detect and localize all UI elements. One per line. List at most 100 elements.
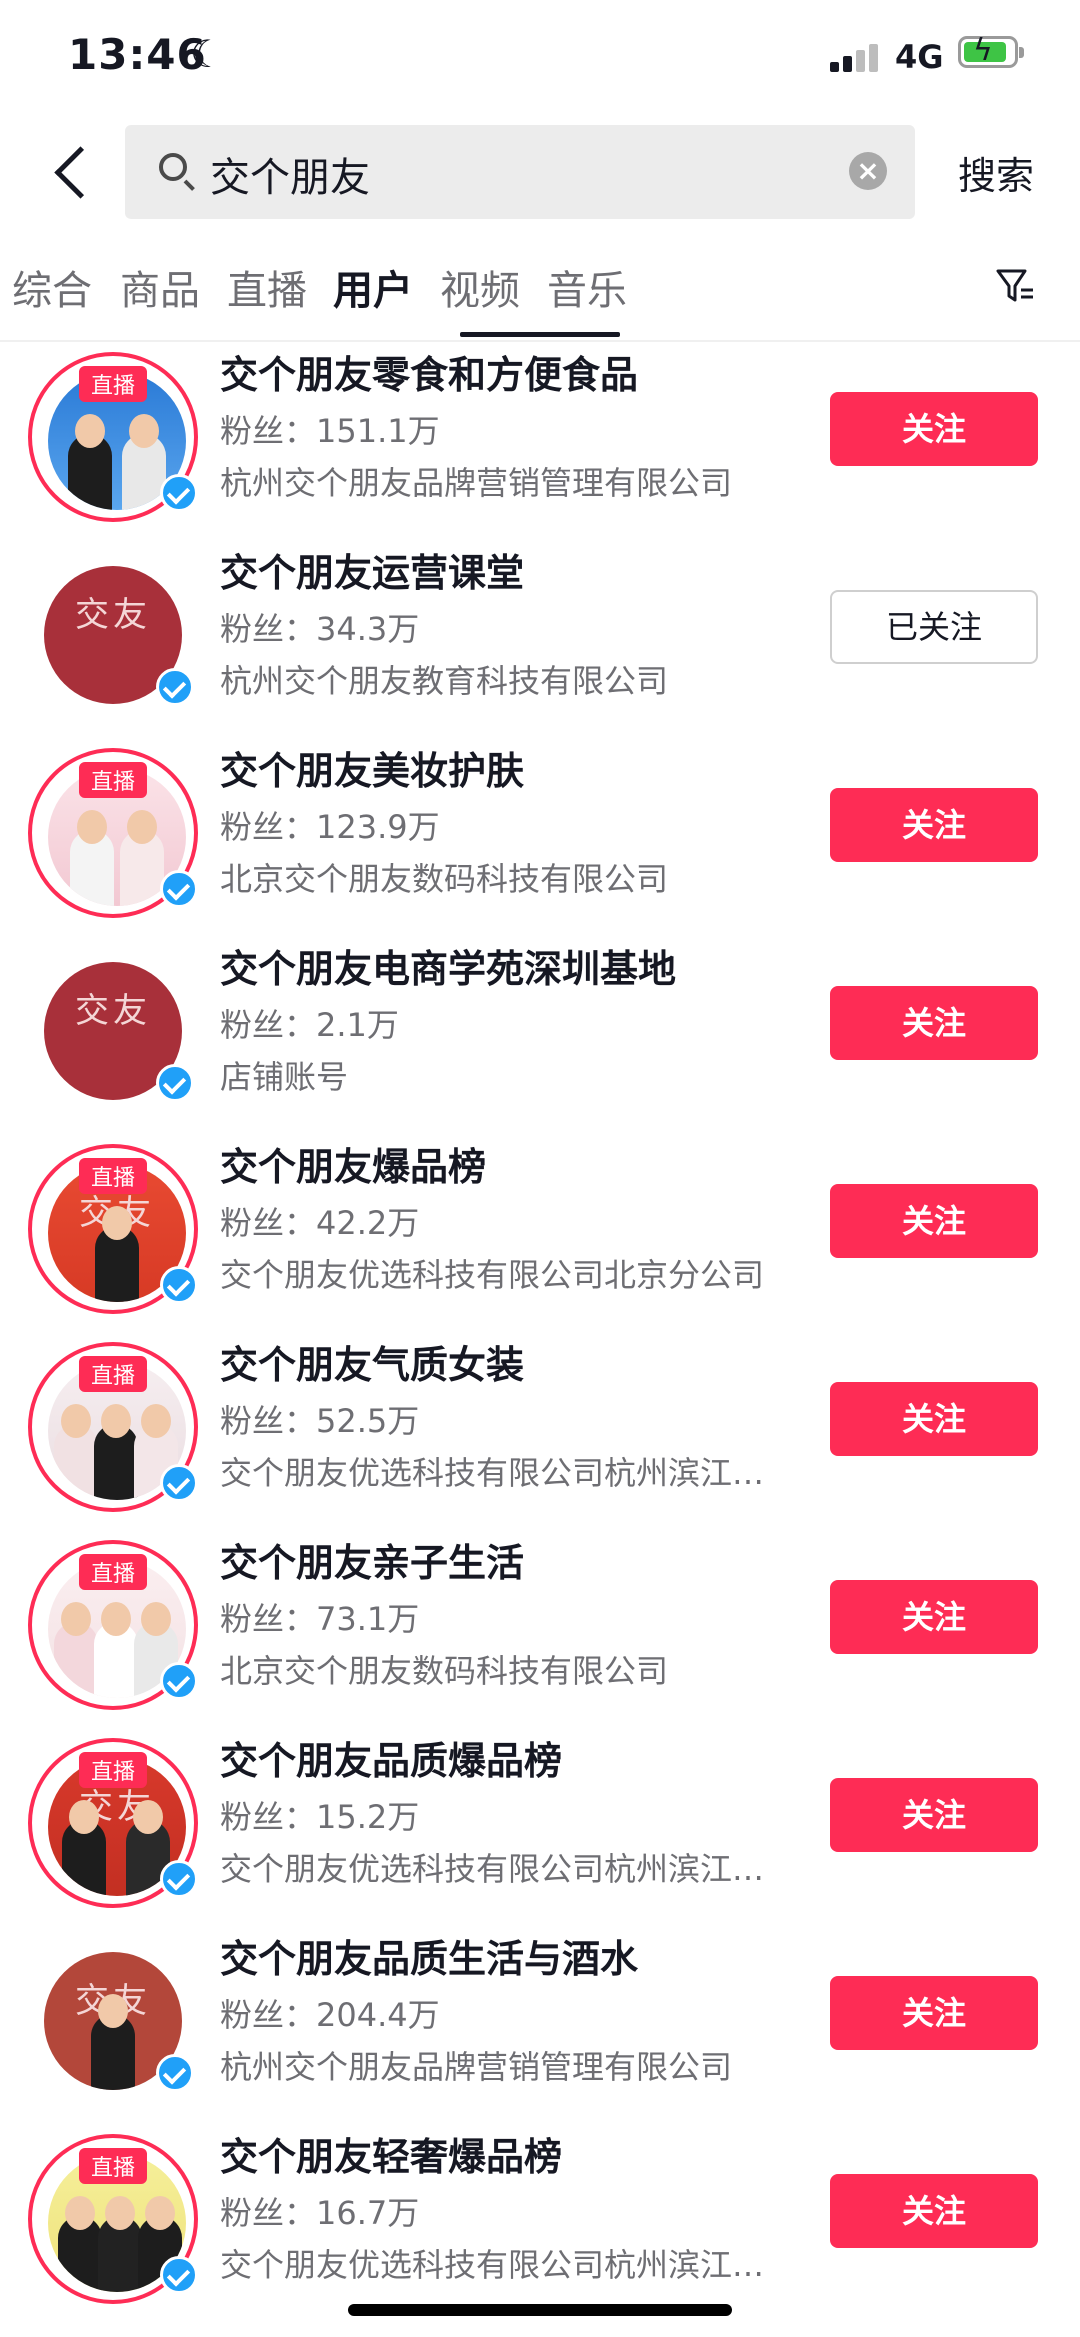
follower-count: 粉丝：15.2万 — [220, 1798, 420, 1836]
follower-count: 粉丝：34.3万 — [220, 610, 420, 648]
user-name: 交个朋友品质生活与酒水 — [220, 1937, 639, 1981]
tab-videos[interactable]: 视频 — [440, 258, 520, 316]
follower-count: 粉丝：16.7万 — [220, 2194, 420, 2232]
user-name: 交个朋友运营课堂 — [220, 551, 525, 595]
user-name: 交个朋友电商学苑深圳基地 — [220, 947, 677, 991]
user-row[interactable]: 直播 交个朋友轻奢爆品榜 粉丝：16.7万 交个朋友优选科技有限公司杭州滨江… … — [0, 2126, 1080, 2324]
company-name: 交个朋友优选科技有限公司北京分公司 — [220, 1256, 765, 1294]
user-row[interactable]: 交友 交个朋友品质生活与酒水 粉丝：204.4万 杭州交个朋友品牌营销管理有限公… — [0, 1928, 1080, 2126]
user-row[interactable]: 交友 交个朋友运营课堂 粉丝：34.3万 杭州交个朋友教育科技有限公司 已关注 — [0, 542, 1080, 740]
follow-button[interactable]: 关注 — [830, 788, 1038, 862]
avatar[interactable]: 直播 交友 — [28, 1738, 198, 1908]
verified-badge-icon — [156, 1064, 194, 1102]
network-label: 4G — [895, 38, 944, 76]
follower-count: 粉丝：123.9万 — [220, 808, 440, 846]
tab-music[interactable]: 音乐 — [547, 258, 627, 316]
tab-active-indicator — [460, 332, 620, 337]
follow-button[interactable]: 关注 — [830, 392, 1038, 466]
search-icon — [159, 153, 187, 181]
live-badge: 直播 — [78, 1554, 148, 1590]
company-name: 交个朋友优选科技有限公司杭州滨江… — [220, 2246, 765, 2284]
user-row[interactable]: 直播 交个朋友零食和方便食品 粉丝：151.1万 杭州交个朋友品牌营销管理有限公… — [0, 344, 1080, 542]
tab-comprehensive[interactable]: 综合 — [12, 258, 92, 316]
verified-badge-icon — [160, 1266, 198, 1304]
filter-icon[interactable] — [995, 266, 1035, 308]
live-badge: 直播 — [78, 2148, 148, 2184]
follower-count: 粉丝：2.1万 — [220, 1006, 399, 1044]
avatar[interactable]: 直播 — [28, 748, 198, 918]
user-row[interactable]: 直播 交个朋友气质女装 粉丝：52.5万 交个朋友优选科技有限公司杭州滨江… 关… — [0, 1334, 1080, 1532]
signal-icon — [830, 42, 880, 72]
verified-badge-icon — [160, 474, 198, 512]
user-row[interactable]: 交友 交个朋友电商学苑深圳基地 粉丝：2.1万 店铺账号 关注 — [0, 938, 1080, 1136]
user-name: 交个朋友爆品榜 — [220, 1145, 487, 1189]
follow-button[interactable]: 关注 — [830, 1184, 1038, 1258]
battery-icon: ϟ — [958, 33, 1024, 68]
clear-icon[interactable]: × — [849, 152, 887, 190]
follower-count: 粉丝：42.2万 — [220, 1204, 420, 1242]
verified-badge-icon — [156, 2054, 194, 2092]
follow-button[interactable]: 已关注 — [830, 590, 1038, 664]
user-row[interactable]: 直播 交个朋友亲子生活 粉丝：73.1万 北京交个朋友数码科技有限公司 关注 — [0, 1532, 1080, 1730]
verified-badge-icon — [160, 870, 198, 908]
verified-badge-icon — [160, 1662, 198, 1700]
live-badge: 直播 — [78, 1752, 148, 1788]
avatar[interactable]: 交友 — [28, 550, 198, 720]
user-row[interactable]: 直播 交友 交个朋友爆品榜 粉丝：42.2万 交个朋友优选科技有限公司北京分公司… — [0, 1136, 1080, 1334]
user-name: 交个朋友零食和方便食品 — [220, 353, 639, 397]
verified-badge-icon — [160, 1860, 198, 1898]
avatar[interactable]: 直播 — [28, 1342, 198, 1512]
follow-button[interactable]: 关注 — [830, 1778, 1038, 1852]
avatar-logo: 交友 — [75, 991, 151, 1031]
search-input[interactable]: 交个朋友 × — [125, 125, 915, 219]
tab-bar: 综合 商品 直播 用户 视频 音乐 — [0, 248, 1080, 342]
company-name: 杭州交个朋友教育科技有限公司 — [220, 662, 669, 700]
follower-count: 粉丝：73.1万 — [220, 1600, 420, 1638]
user-list: 直播 交个朋友零食和方便食品 粉丝：151.1万 杭州交个朋友品牌营销管理有限公… — [0, 344, 1080, 2324]
avatar-logo: 交友 — [75, 595, 151, 635]
tab-live[interactable]: 直播 — [227, 258, 307, 316]
avatar[interactable]: 交友 — [28, 946, 198, 1116]
follow-button[interactable]: 关注 — [830, 1382, 1038, 1456]
company-name: 北京交个朋友数码科技有限公司 — [220, 1652, 669, 1690]
avatar[interactable]: 直播 — [28, 1540, 198, 1710]
live-badge: 直播 — [78, 762, 148, 798]
user-row[interactable]: 直播 交友 交个朋友品质爆品榜 粉丝：15.2万 交个朋友优选科技有限公司杭州滨… — [0, 1730, 1080, 1928]
follow-button[interactable]: 关注 — [830, 1976, 1038, 2050]
follow-button[interactable]: 关注 — [830, 986, 1038, 1060]
company-name: 店铺账号 — [220, 1058, 349, 1096]
user-name: 交个朋友美妆护肤 — [220, 749, 525, 793]
company-name: 杭州交个朋友品牌营销管理有限公司 — [220, 464, 733, 502]
user-name: 交个朋友气质女装 — [220, 1343, 525, 1387]
search-query: 交个朋友 — [210, 155, 370, 201]
verified-badge-icon — [160, 1464, 198, 1502]
avatar[interactable]: 直播 — [28, 352, 198, 522]
follower-count: 粉丝：204.4万 — [220, 1996, 440, 2034]
live-badge: 直播 — [78, 366, 148, 402]
live-badge: 直播 — [78, 1158, 148, 1194]
home-indicator — [348, 2304, 732, 2316]
live-badge: 直播 — [78, 1356, 148, 1392]
company-name: 交个朋友优选科技有限公司杭州滨江… — [220, 1850, 765, 1888]
status-time: 13:46 — [68, 30, 207, 79]
verified-badge-icon — [160, 2256, 198, 2294]
follower-count: 粉丝：151.1万 — [220, 412, 440, 450]
follow-button[interactable]: 关注 — [830, 2174, 1038, 2248]
company-name: 交个朋友优选科技有限公司杭州滨江… — [220, 1454, 765, 1492]
search-button[interactable]: 搜索 — [958, 145, 1034, 200]
follow-button[interactable]: 关注 — [830, 1580, 1038, 1654]
user-row[interactable]: 直播 交个朋友美妆护肤 粉丝：123.9万 北京交个朋友数码科技有限公司 关注 — [0, 740, 1080, 938]
tab-users[interactable]: 用户 — [333, 258, 413, 316]
company-name: 北京交个朋友数码科技有限公司 — [220, 860, 669, 898]
user-name: 交个朋友轻奢爆品榜 — [220, 2135, 563, 2179]
user-name: 交个朋友品质爆品榜 — [220, 1739, 563, 1783]
moon-icon: ☾ — [190, 32, 225, 76]
user-name: 交个朋友亲子生活 — [220, 1541, 525, 1585]
back-arrow-icon[interactable] — [50, 138, 94, 206]
status-bar: 13:46 ☾ 4G ϟ — [0, 0, 1080, 120]
tab-products[interactable]: 商品 — [120, 258, 200, 316]
avatar[interactable]: 交友 — [28, 1936, 198, 2106]
avatar[interactable]: 直播 交友 — [28, 1144, 198, 1314]
avatar[interactable]: 直播 — [28, 2134, 198, 2304]
follower-count: 粉丝：52.5万 — [220, 1402, 420, 1440]
